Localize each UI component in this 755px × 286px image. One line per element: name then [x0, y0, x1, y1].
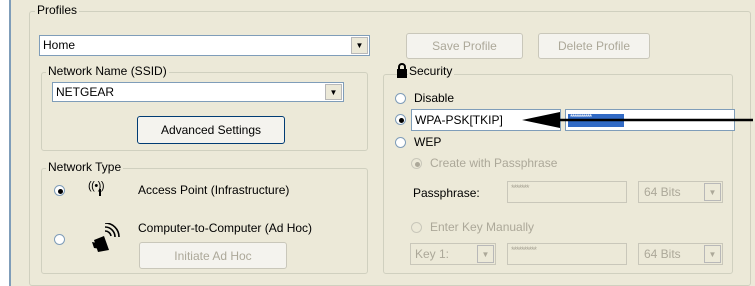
enter-key-label: Enter Key Manually: [430, 220, 535, 234]
wep-key-masked: **********: [511, 245, 537, 255]
key-index-select[interactable]: Key 1: ▼: [410, 243, 496, 265]
wep-radio[interactable]: [395, 137, 406, 148]
passphrase-input[interactable]: *******: [507, 181, 627, 203]
access-point-radio[interactable]: [54, 185, 65, 196]
adhoc-radio[interactable]: [54, 234, 65, 245]
wpa-psk-radio[interactable]: [395, 114, 406, 125]
computer-to-computer-icon: [92, 223, 120, 252]
ssid-select-value: NETGEAR: [56, 85, 115, 99]
wireless-broadcast-icon: ((•)): [88, 180, 105, 196]
advanced-settings-button[interactable]: Advanced Settings: [137, 116, 285, 144]
disable-label: Disable: [414, 91, 455, 105]
passphrase-bits-value: 64 Bits: [644, 185, 681, 199]
chevron-down-icon[interactable]: ▼: [325, 84, 342, 100]
chevron-down-icon[interactable]: ▼: [477, 245, 494, 263]
profile-select[interactable]: Home ▼: [39, 35, 370, 56]
passphrase-masked: *******: [511, 183, 530, 193]
passphrase-label: Passphrase:: [413, 186, 480, 200]
network-name-group-label: Network Name (SSID): [46, 64, 169, 78]
save-profile-button[interactable]: Save Profile: [406, 33, 523, 59]
profile-select-value: Home: [43, 38, 76, 52]
chevron-down-icon[interactable]: ▼: [351, 37, 368, 54]
wep-label: WEP: [414, 135, 442, 149]
chevron-down-icon[interactable]: ▼: [704, 183, 721, 201]
annotation-arrow-icon: [522, 112, 753, 128]
create-passphrase-label: Create with Passphrase: [430, 156, 558, 170]
disable-radio[interactable]: [395, 93, 406, 104]
enter-key-radio[interactable]: [411, 222, 422, 233]
passphrase-bits-select[interactable]: 64 Bits ▼: [638, 181, 723, 203]
ssid-select[interactable]: NETGEAR ▼: [52, 82, 344, 102]
security-group-label: Security: [408, 64, 455, 78]
access-point-label: Access Point (Infrastructure): [138, 183, 290, 197]
adhoc-label: Computer-to-Computer (Ad Hoc): [138, 221, 313, 235]
profiles-group-label: Profiles: [35, 3, 80, 17]
create-passphrase-radio[interactable]: [411, 158, 422, 169]
chevron-down-icon[interactable]: ▼: [704, 245, 721, 263]
initiate-adhoc-button[interactable]: Initiate Ad Hoc: [139, 242, 287, 269]
wep-key-input[interactable]: **********: [507, 243, 627, 265]
key-bits-value: 64 Bits: [644, 247, 681, 261]
delete-profile-button[interactable]: Delete Profile: [538, 33, 650, 59]
wpa-mode-value: WPA-PSK[TKIP]: [415, 113, 503, 127]
key-bits-select[interactable]: 64 Bits ▼: [638, 243, 723, 265]
key-index-value: Key 1:: [415, 247, 450, 261]
lock-icon: [397, 63, 407, 78]
network-type-group-label: Network Type: [46, 160, 124, 174]
